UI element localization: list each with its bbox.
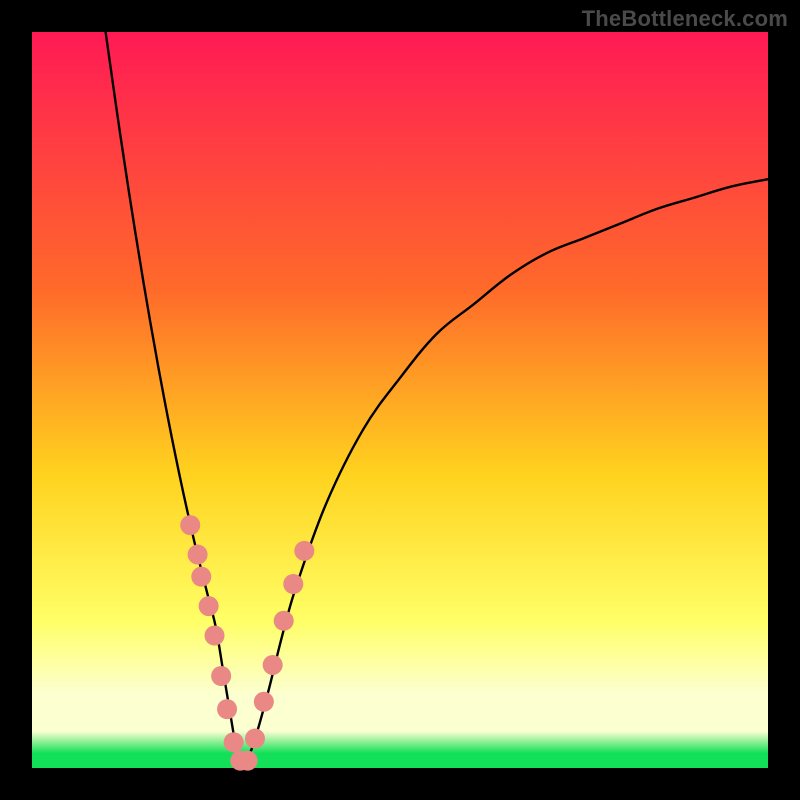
chart-frame: TheBottleneck.com <box>0 0 800 800</box>
data-point <box>199 596 219 616</box>
plot-area <box>32 32 768 768</box>
data-point <box>205 626 225 646</box>
data-point <box>274 611 294 631</box>
curve-left-branch <box>106 32 238 761</box>
data-point <box>294 541 314 561</box>
data-point <box>263 655 283 675</box>
data-point <box>254 692 274 712</box>
data-point <box>217 699 237 719</box>
data-point <box>191 567 211 587</box>
watermark-text: TheBottleneck.com <box>582 6 788 32</box>
curve-right-branch <box>245 179 768 760</box>
data-point <box>238 751 258 771</box>
data-point <box>283 574 303 594</box>
data-point <box>188 545 208 565</box>
data-point <box>245 729 265 749</box>
chart-svg <box>32 32 768 768</box>
data-point <box>180 515 200 535</box>
data-point <box>224 732 244 752</box>
data-point <box>211 666 231 686</box>
